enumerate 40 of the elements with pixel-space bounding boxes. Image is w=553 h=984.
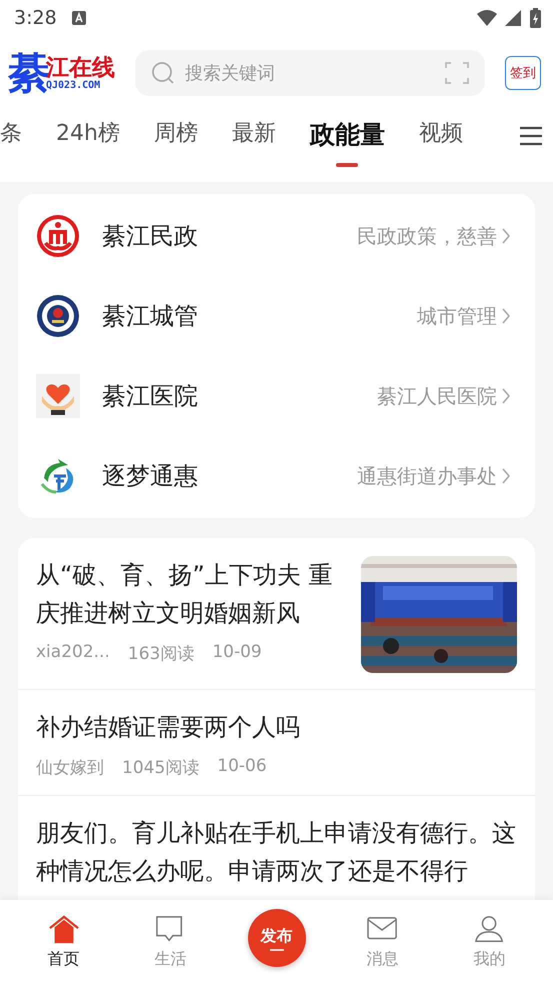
category-tab[interactable]: 条 — [0, 118, 22, 148]
signal-icon — [504, 9, 522, 27]
category-tab[interactable]: 政能量 — [310, 118, 385, 167]
emblem-icon — [36, 294, 80, 338]
article-title[interactable]: 从“破、育、扬”上下功夫 重庆推进树立文明婚姻新风 — [36, 556, 341, 632]
chevron-icon — [501, 387, 511, 405]
category-tab[interactable]: 最新 — [232, 118, 276, 148]
person-icon — [474, 914, 506, 944]
category-tab[interactable]: 周榜 — [154, 118, 198, 148]
heart-hands-icon — [36, 374, 80, 418]
service-name[interactable]: 綦江民政 — [102, 220, 335, 252]
article-author: xia202... — [36, 642, 110, 664]
article-date: 10-06 — [217, 756, 267, 778]
chevron-icon — [501, 307, 511, 325]
article-title[interactable]: 朋友们。育儿补贴在手机上申请没有德行。这种情况怎么办呢。申请两次了还是不得行 — [36, 814, 517, 890]
search-icon — [151, 61, 175, 85]
menu-icon[interactable] — [519, 126, 543, 146]
battery-icon — [530, 8, 541, 28]
article-title[interactable]: 补办结婚证需要两个人吗 — [36, 708, 517, 746]
checkin-button[interactable]: 签到 — [505, 56, 541, 90]
chevron-icon — [501, 467, 511, 485]
category-tab[interactable]: 视频 — [418, 118, 463, 148]
publish-button[interactable]: 发布 — [248, 909, 306, 967]
service-name[interactable]: 綦江医院 — [102, 380, 355, 412]
home-icon — [48, 914, 80, 944]
read-count: 1045阅读 — [122, 757, 200, 779]
keyboard-icon — [70, 10, 87, 26]
chevron-icon — [501, 227, 511, 245]
article-date: 10-09 — [212, 642, 262, 664]
nav-tab[interactable]: 首页 — [34, 914, 94, 970]
read-count: 163阅读 — [128, 643, 194, 665]
wifi-icon — [476, 9, 498, 27]
logo-domain: QJ023.COM — [46, 80, 102, 92]
status-time: 3:28 — [14, 7, 57, 29]
service-name[interactable]: 逐梦通惠 — [102, 460, 335, 492]
category-tab[interactable]: 24h榜 — [56, 118, 120, 148]
service-name[interactable]: 綦江城管 — [102, 300, 395, 332]
article-author: 仙女嫁到 — [36, 757, 104, 779]
emblem-icon — [36, 214, 80, 258]
search-field[interactable]: 搜索关键词 — [135, 50, 485, 96]
